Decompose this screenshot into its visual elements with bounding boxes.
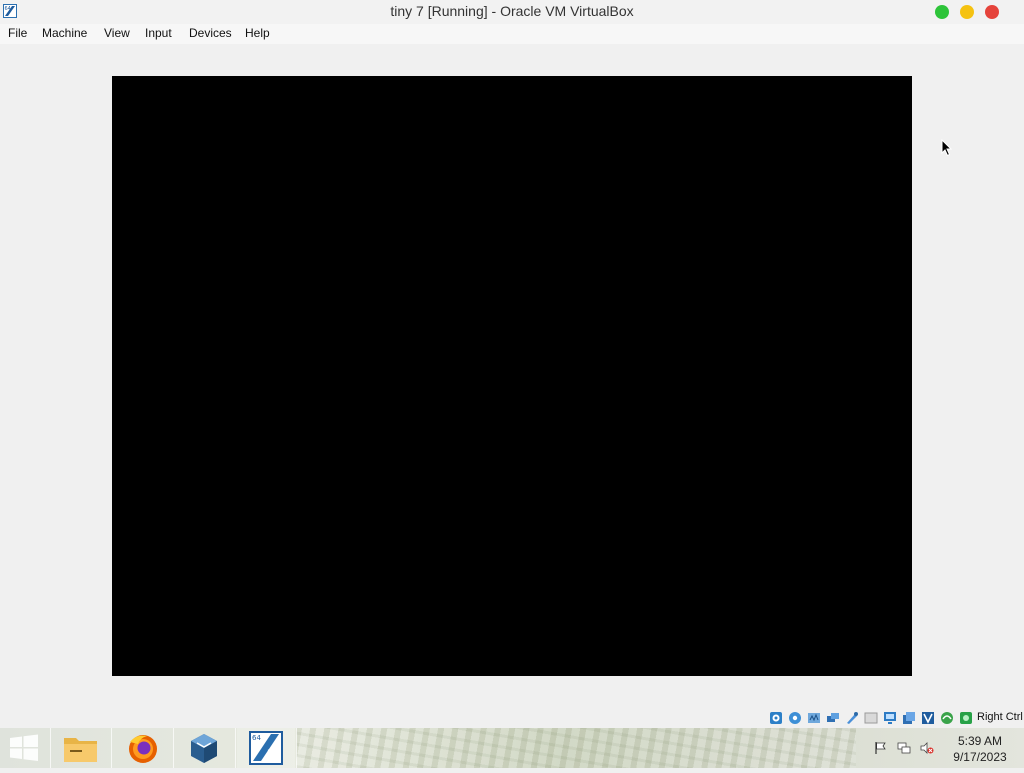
network-icon[interactable]: [826, 711, 840, 725]
display-icon[interactable]: [883, 711, 897, 725]
clock-time: 5:39 AM: [957, 734, 1003, 748]
hard-disk-icon[interactable]: [769, 711, 783, 725]
audio-icon[interactable]: [807, 711, 821, 725]
close-button[interactable]: [985, 5, 999, 19]
shared-folders-icon[interactable]: [864, 711, 878, 725]
volume-muted-icon[interactable]: [920, 741, 934, 755]
menu-help[interactable]: Help: [245, 26, 270, 40]
firefox-button[interactable]: [114, 728, 172, 768]
mouse-integration-icon[interactable]: [959, 711, 973, 725]
tiny7-vm-button[interactable]: 64 7: [237, 728, 295, 768]
menu-input[interactable]: Input: [145, 26, 172, 40]
file-explorer-button[interactable]: [52, 728, 110, 768]
clock-date: 9/17/2023: [953, 750, 1007, 764]
window-title: tiny 7 [Running] - Oracle VM VirtualBox: [390, 3, 634, 19]
network-tray-icon[interactable]: [897, 741, 911, 755]
flag-icon[interactable]: [874, 741, 888, 755]
tiny7-vm-icon: 64 7: [249, 731, 283, 765]
mouse-cursor-icon: [941, 139, 953, 157]
optical-drive-icon[interactable]: [788, 711, 802, 725]
taskbar-separator: [173, 728, 174, 768]
cpu-icon[interactable]: [940, 711, 954, 725]
folder-icon: [64, 738, 97, 762]
title-bar: 64 tiny 7 [Running] - Oracle VM VirtualB…: [0, 0, 1024, 24]
taskbar-separator: [50, 728, 51, 768]
firefox-icon: [129, 735, 157, 763]
taskbar-separator: [111, 728, 112, 768]
usb-icon[interactable]: [845, 711, 859, 725]
menu-machine[interactable]: Machine: [42, 26, 87, 40]
vm-display[interactable]: [112, 76, 912, 676]
menu-view[interactable]: View: [104, 26, 130, 40]
menu-file[interactable]: File: [8, 26, 27, 40]
virtualbox-manager-button[interactable]: [175, 728, 233, 768]
maximize-button[interactable]: [935, 5, 949, 19]
taskbar-separator: [296, 728, 297, 768]
taskbar-separator: [235, 728, 236, 768]
virtualbox-icon: [191, 734, 217, 763]
menu-bar: File Machine View Input Devices Help: [0, 24, 1024, 44]
host-key-label: Right Ctrl: [977, 711, 1023, 723]
virtualization-icon[interactable]: [921, 711, 935, 725]
recording-icon[interactable]: [902, 711, 916, 725]
svg-text:7: 7: [267, 748, 277, 764]
menu-devices[interactable]: Devices: [189, 26, 232, 40]
taskbar: 64 7: [0, 728, 1024, 768]
svg-text:64: 64: [252, 734, 261, 742]
taskbar-wallpaper: [296, 728, 856, 768]
minimize-button[interactable]: [960, 5, 974, 19]
taskbar-clock[interactable]: 5:39 AM 9/17/2023: [944, 733, 1016, 765]
